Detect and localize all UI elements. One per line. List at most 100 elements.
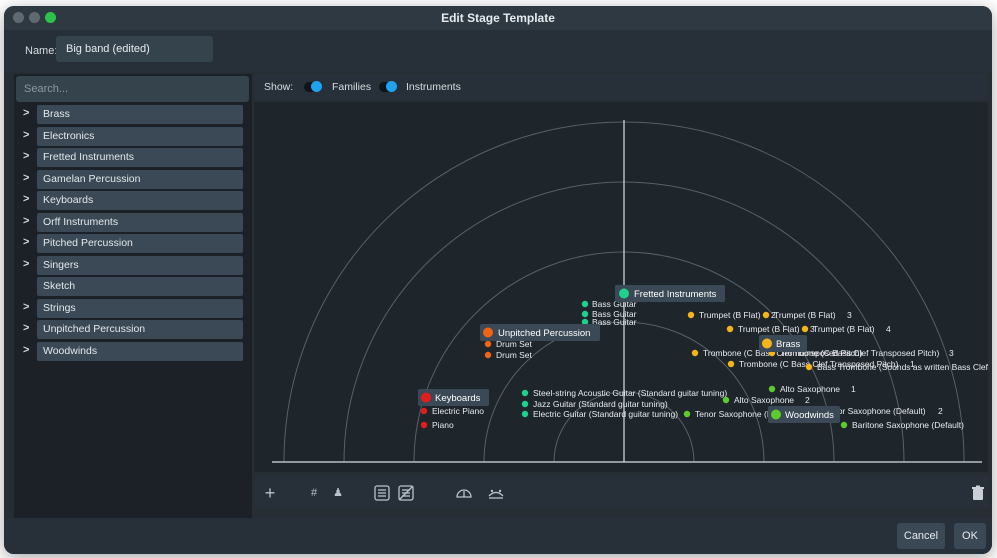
families-toggle[interactable]	[304, 81, 322, 92]
family-group-dot[interactable]	[421, 392, 431, 403]
number-instruments-button[interactable]: #	[304, 483, 324, 503]
family-label[interactable]: Orff Instruments	[37, 212, 243, 232]
instrument-dot[interactable]	[521, 389, 529, 397]
chevron-right-icon[interactable]: >	[23, 258, 29, 270]
instrument-trumpet-4[interactable]: Trumpet (B Flat) 4	[801, 324, 891, 334]
instrument-dot[interactable]	[521, 410, 529, 418]
family-item-sketch[interactable]: Sketch	[16, 277, 252, 297]
instrument-dot[interactable]	[484, 340, 492, 348]
family-group-keyboards[interactable]: Keyboards	[418, 389, 489, 406]
instrument-alto-saxophone-1[interactable]: Alto Saxophone 1	[768, 384, 856, 394]
chevron-right-icon[interactable]: >	[23, 215, 29, 227]
family-group-unpitched-percussion[interactable]: Unpitched Percussion	[480, 324, 600, 341]
instrument-dot[interactable]	[420, 407, 428, 415]
instrument-steel-string-guitar[interactable]: Steel-string Acoustic Guitar (Standard g…	[521, 388, 728, 398]
chevron-right-icon[interactable]: >	[23, 301, 29, 313]
chevron-right-icon[interactable]: >	[23, 322, 29, 334]
family-item-fretted-instruments[interactable]: > Fretted Instruments	[16, 148, 252, 168]
chevron-right-icon[interactable]: >	[23, 172, 29, 184]
instrument-dot[interactable]	[727, 360, 735, 368]
family-group-label: Brass	[776, 339, 801, 350]
family-item-brass[interactable]: > Brass	[16, 105, 252, 125]
family-group-fretted-instruments[interactable]: Fretted Instruments	[615, 285, 725, 302]
instrument-alto-saxophone-2[interactable]: Alto Saxophone 2	[722, 395, 810, 405]
instrument-dot[interactable]	[683, 410, 691, 418]
family-item-unpitched-percussion[interactable]: > Unpitched Percussion	[16, 320, 252, 340]
instrument-trumpet-1[interactable]: Trumpet (B Flat) 2	[687, 310, 776, 320]
instrument-label: Electric Guitar (Standard guitar tuning)	[533, 409, 678, 419]
instrument-dot[interactable]	[581, 310, 589, 318]
instrument-dot[interactable]	[420, 421, 428, 429]
family-label[interactable]: Gamelan Percussion	[37, 169, 243, 189]
stage-diagram[interactable]: Bass Guitar Bass Guitar Bass Guitar Trum…	[254, 102, 991, 472]
delete-button[interactable]	[968, 483, 988, 503]
family-item-woodwinds[interactable]: > Woodwinds	[16, 341, 252, 362]
instrument-trumpet-3[interactable]: Trumpet (B Flat) 3	[726, 324, 815, 334]
family-label[interactable]: Singers	[37, 255, 243, 275]
stage-view-button[interactable]	[454, 483, 474, 503]
instrument-dot[interactable]	[581, 300, 589, 308]
family-label[interactable]: Electronics	[37, 126, 243, 146]
chevron-right-icon[interactable]: >	[23, 129, 29, 141]
name-input[interactable]: Big band (edited)	[56, 36, 213, 62]
instrument-baritone-saxophone[interactable]: Baritone Saxophone (Default)	[840, 420, 964, 430]
chevron-right-icon[interactable]: >	[23, 236, 29, 248]
hash-icon: #	[310, 487, 318, 499]
instrument-piano[interactable]: Piano	[420, 420, 454, 430]
chevron-right-icon[interactable]: >	[23, 150, 29, 162]
stage-arc-icon	[456, 489, 472, 498]
hide-labels-button[interactable]	[396, 483, 416, 503]
instrument-dot[interactable]	[840, 421, 848, 429]
instrument-dot[interactable]	[805, 363, 813, 371]
chevron-right-icon[interactable]: >	[23, 193, 29, 205]
instrument-trumpet-2[interactable]: Trumpet (B Flat) 3	[762, 310, 852, 320]
family-label[interactable]: Keyboards	[37, 191, 243, 210]
instrument-electric-piano[interactable]: Electric Piano	[420, 406, 484, 416]
instrument-dot[interactable]	[762, 311, 770, 319]
family-group-dot[interactable]	[771, 409, 781, 420]
cancel-button[interactable]: Cancel	[897, 523, 945, 549]
stage-canvas[interactable]: Bass Guitar Bass Guitar Bass Guitar Trum…	[254, 102, 991, 472]
auto-arrange-button[interactable]	[486, 483, 506, 503]
family-label[interactable]: Sketch	[37, 277, 243, 296]
family-label[interactable]: Woodwinds	[37, 341, 243, 361]
family-item-singers[interactable]: > Singers	[16, 255, 252, 276]
instrument-drum-set-2[interactable]: Drum Set	[484, 350, 533, 360]
family-label[interactable]: Strings	[37, 298, 243, 318]
instruments-toggle[interactable]	[379, 81, 397, 92]
family-group-dot[interactable]	[762, 338, 772, 349]
family-label[interactable]: Unpitched Percussion	[37, 320, 243, 339]
family-item-orff-instruments[interactable]: > Orff Instruments	[16, 212, 252, 233]
instrument-dot[interactable]	[801, 325, 809, 333]
instrument-dot[interactable]	[768, 385, 776, 393]
instrument-dot[interactable]	[691, 349, 699, 357]
chevron-right-icon[interactable]: >	[23, 107, 29, 119]
family-item-electronics[interactable]: > Electronics	[16, 126, 252, 147]
family-group-dot[interactable]	[619, 288, 629, 299]
family-group-woodwinds[interactable]: Woodwinds	[768, 406, 840, 423]
instrument-electric-guitar[interactable]: Electric Guitar (Standard guitar tuning)	[521, 409, 678, 419]
family-item-gamelan-percussion[interactable]: > Gamelan Percussion	[16, 169, 252, 190]
family-item-keyboards[interactable]: > Keyboards	[16, 191, 252, 211]
family-label[interactable]: Fretted Instruments	[37, 148, 243, 167]
person-button[interactable]: ♟	[328, 483, 348, 503]
instrument-dot[interactable]	[687, 311, 695, 319]
family-group-brass[interactable]: Brass	[759, 335, 807, 352]
instrument-dot[interactable]	[521, 400, 529, 408]
family-item-strings[interactable]: > Strings	[16, 298, 252, 319]
family-label[interactable]: Pitched Percussion	[37, 234, 243, 253]
chevron-right-icon[interactable]: >	[23, 344, 29, 356]
show-labels-button[interactable]	[372, 483, 392, 503]
instrument-jazz-guitar[interactable]: Jazz Guitar (Standard guitar tuning)	[521, 399, 668, 409]
family-group-dot[interactable]	[483, 327, 493, 338]
family-label[interactable]: Brass	[37, 105, 243, 124]
family-group-label: Woodwinds	[785, 410, 834, 421]
ok-button[interactable]: OK	[954, 523, 986, 549]
instrument-dot[interactable]	[484, 351, 492, 359]
search-input[interactable]: Search...	[16, 76, 249, 102]
family-item-pitched-percussion[interactable]: > Pitched Percussion	[16, 234, 252, 254]
instrument-bass-trombone[interactable]: Bass Trombone (Sounds as written Bass Cl…	[805, 362, 991, 372]
instrument-dot[interactable]	[722, 396, 730, 404]
instrument-dot[interactable]	[726, 325, 734, 333]
add-button[interactable]: +	[260, 483, 280, 503]
